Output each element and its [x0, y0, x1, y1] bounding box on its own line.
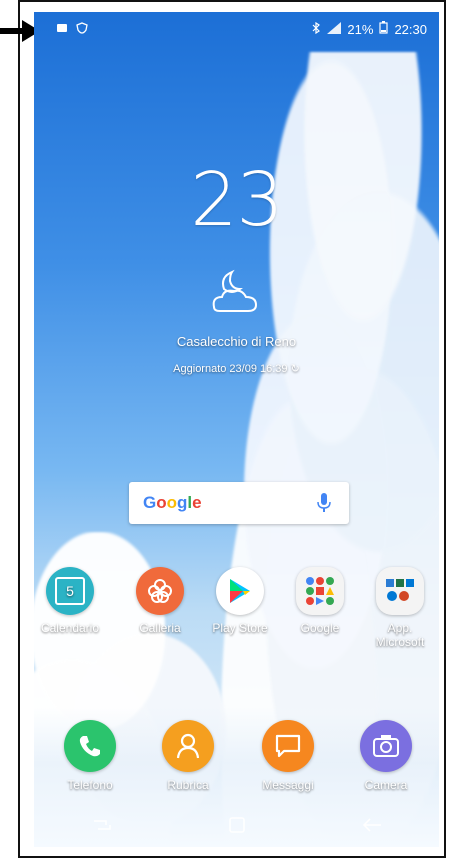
google-search-bar[interactable]: Google	[129, 482, 349, 524]
moon-cloud-icon[interactable]	[202, 267, 272, 317]
recent-apps-icon[interactable]	[87, 813, 117, 837]
microsoft-folder-icon	[376, 567, 424, 615]
app-label: Messaggi	[262, 778, 314, 792]
app-label: Galleria	[139, 621, 181, 635]
app-label: Play Store	[212, 621, 268, 635]
signal-icon	[327, 21, 342, 37]
weather-updated-text: Aggiornato 23/09 16:39	[173, 363, 288, 375]
weather-updated[interactable]: Aggiornato 23/09 16:39 ↻	[34, 362, 439, 375]
google-folder-icon	[296, 567, 344, 615]
navigation-bar	[34, 803, 439, 847]
shield-icon	[76, 22, 88, 34]
app-gallery[interactable]: Galleria	[128, 567, 192, 635]
app-calendar[interactable]: 5 Calendario	[38, 567, 102, 635]
calendar-icon: 5	[46, 567, 94, 615]
app-label: Google	[300, 621, 340, 635]
app-messages[interactable]: Messaggi	[256, 720, 320, 792]
app-play-store[interactable]: Play Store	[208, 567, 272, 635]
play-store-icon	[216, 567, 264, 615]
back-icon[interactable]	[357, 813, 387, 837]
app-label: Rubrica	[167, 778, 209, 792]
messages-bubble-icon	[262, 720, 314, 772]
app-label: Telefono	[67, 778, 113, 792]
camera-icon	[360, 720, 412, 772]
app-label: Calendario	[40, 621, 100, 635]
battery-icon	[379, 21, 389, 37]
gallery-flower-icon	[136, 567, 184, 615]
app-label: App. Microsoft	[375, 621, 425, 649]
battery-percent: 21%	[347, 21, 374, 37]
weather-city[interactable]: Casalecchio di Reno	[34, 334, 439, 349]
home-clock[interactable]: 23	[34, 157, 439, 243]
bluetooth-icon	[311, 21, 321, 37]
app-folder-microsoft[interactable]: App. Microsoft	[368, 567, 432, 649]
contacts-person-icon	[162, 720, 214, 772]
phone-icon	[64, 720, 116, 772]
notification-icon	[56, 22, 68, 34]
app-contacts[interactable]: Rubrica	[156, 720, 220, 792]
phone-screen: 21% 22:30 23 Casalecchio di Reno Aggiorn…	[34, 12, 439, 847]
status-time: 22:30	[394, 21, 427, 37]
google-logo: Google	[143, 493, 202, 512]
app-camera[interactable]: Camera	[354, 720, 418, 792]
refresh-icon[interactable]: ↻	[291, 363, 300, 375]
app-phone[interactable]: Telefono	[58, 720, 122, 792]
home-button-icon[interactable]	[222, 813, 252, 837]
microphone-icon[interactable]	[317, 492, 331, 514]
app-label: Camera	[364, 778, 408, 792]
app-folder-google[interactable]: Google	[288, 567, 352, 635]
calendar-day: 5	[55, 577, 85, 605]
status-bar: 21% 22:30	[34, 12, 439, 48]
